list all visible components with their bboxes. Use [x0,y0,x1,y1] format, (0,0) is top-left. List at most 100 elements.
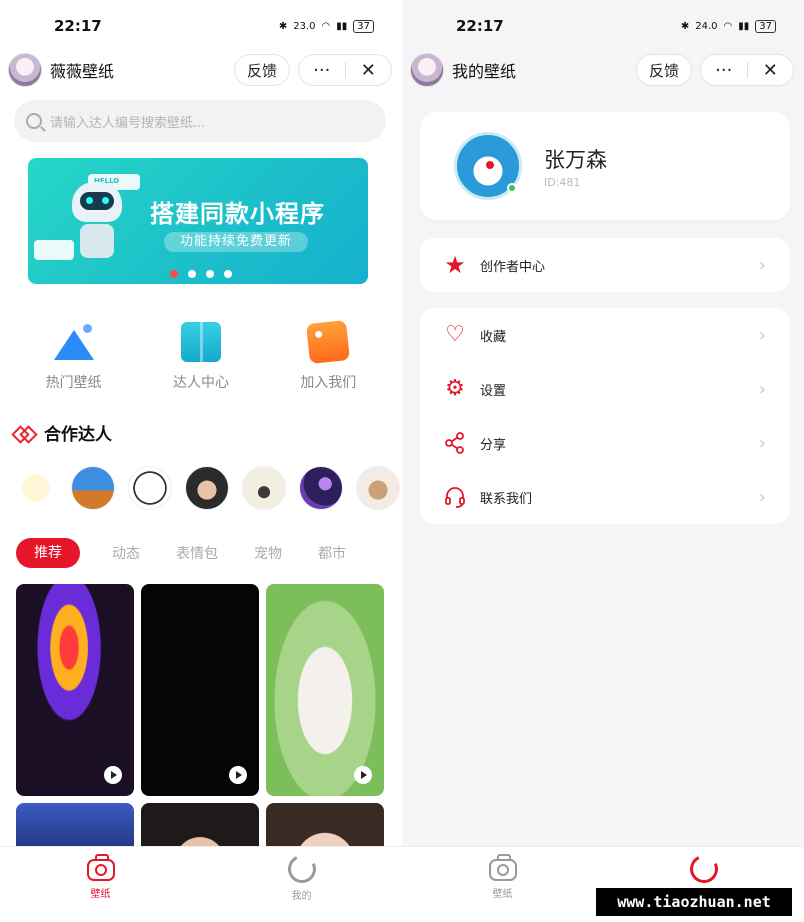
carousel-dot[interactable] [188,270,196,278]
promo-banner[interactable]: HELLO 搭建同款小程序 功能持续免费更新 [28,158,368,284]
user-name: 张万森 [544,147,607,172]
partners-heading: 合作达人 [14,420,112,445]
gear-icon: ⚙ [445,376,465,401]
more-button[interactable]: ··· [701,60,747,81]
tab-mine[interactable]: 我的 [201,847,402,922]
page-title: 薇薇壁纸 [50,62,115,81]
chevron-right-icon: › [758,378,766,400]
robot-body [80,224,114,258]
status-icons: ✱ 24.0 ◠ ▮▮ 37 [680,19,776,33]
partner-avatar[interactable] [299,466,343,510]
chevron-right-icon: › [758,324,766,346]
battery-icon: 37 [755,19,776,33]
menu-item-label: 分享 [480,437,507,453]
tab-label: 壁纸 [90,889,111,900]
tab-label: 壁纸 [492,889,513,900]
wallpaper-tile[interactable] [16,584,134,796]
site-watermark: www.tiaozhuan.net [596,888,792,916]
status-bar: 22:17 ✱ 24.0 ◠ ▮▮ 37 [402,0,804,52]
nav-actions: 反馈 ··· ✕ [234,54,392,86]
partner-avatar[interactable] [14,466,58,510]
profile-card[interactable]: 张万森 ID:481 [420,112,790,220]
quick-item-hot[interactable]: 热门壁纸 [24,322,124,392]
headset-icon [444,486,466,508]
app-avatar [8,53,42,87]
feedback-button[interactable]: 反馈 [636,54,692,86]
camera-icon [86,854,115,881]
play-icon [229,766,247,784]
wallpaper-grid [16,584,384,863]
menu-item-label: 联系我们 [480,491,533,507]
battery-icon: 37 [353,19,374,33]
search-input[interactable]: 请输入达人编号搜索壁纸... [14,100,386,142]
play-icon [104,766,122,784]
tab-wallpaper[interactable]: 壁纸 [0,847,201,922]
tab-dynamic[interactable]: 动态 [112,543,140,563]
menu-item-creator-center[interactable]: ★ 创作者中心 › [420,238,790,292]
screenshot: 22:17 ✱ 23.0 ◠ ▮▮ 37 薇薇壁纸 反馈 ··· ✕ 请输入达人… [0,0,804,922]
menu-capsule: ··· ✕ [700,54,794,86]
camera-icon [488,854,517,881]
user-avatar[interactable] [454,132,522,200]
profile-screen: 22:17 ✱ 24.0 ◠ ▮▮ 37 我的壁纸 反馈 ··· ✕ 张万森 I… [402,0,804,922]
settings-menu-card: ♡ 收藏 › ⚙ 设置 › 分享 › 联系我们 › [420,308,790,524]
tab-city[interactable]: 都市 [318,543,346,563]
robot-illustration [58,182,136,264]
tab-wallpaper[interactable]: 壁纸 [402,847,603,922]
menu-item-favorites[interactable]: ♡ 收藏 › [420,308,790,362]
status-time: 22:17 [54,17,102,35]
net-speed: 24.0 [695,20,718,32]
banner-subtitle: 功能持续免费更新 [164,232,309,252]
menu-item-contact[interactable]: 联系我们 › [420,470,790,524]
wallpaper-tile[interactable] [141,584,259,796]
mountain-icon [53,322,94,362]
tab-bar: 壁纸 我的 [0,846,402,922]
wallpaper-tile[interactable] [266,584,384,796]
partner-avatar[interactable] [128,466,172,510]
carousel-dot[interactable] [224,270,232,278]
online-status-dot [507,183,517,193]
partner-avatar[interactable] [356,466,400,510]
close-button[interactable]: ✕ [346,60,392,81]
partner-avatar[interactable] [185,466,229,510]
signal-icon: ▮▮ [738,20,750,32]
bluetooth-icon: ✱ [680,20,690,32]
more-button[interactable]: ··· [299,60,345,81]
status-time: 22:17 [456,17,504,35]
quick-item-creator[interactable]: 达人中心 [151,322,251,392]
banner-title: 搭建同款小程序 [150,200,325,228]
creator-menu-card: ★ 创作者中心 › [420,238,790,292]
partner-avatar[interactable] [242,466,286,510]
status-bar: 22:17 ✱ 23.0 ◠ ▮▮ 37 [0,0,402,52]
signal-icon: ▮▮ [336,20,348,32]
star-icon: ★ [444,251,466,279]
nav-actions: 反馈 ··· ✕ [636,54,794,86]
feedback-button[interactable]: 反馈 [234,54,290,86]
wifi-icon: ◠ [723,20,733,32]
tag-icon [306,320,351,364]
bluetooth-icon: ✱ [278,20,288,32]
heart-icon: ♡ [445,322,465,347]
play-icon [354,766,372,784]
category-tabs: 推荐 动态 表情包 宠物 都市 [16,538,346,568]
tab-recommended[interactable]: 推荐 [16,538,80,568]
menu-capsule: ··· ✕ [298,54,392,86]
chevron-right-icon: › [758,432,766,454]
quick-menu: 热门壁纸 达人中心 加入我们 [0,320,402,392]
carousel-dot[interactable] [206,270,214,278]
tab-stickers[interactable]: 表情包 [176,543,218,563]
tab-pets[interactable]: 宠物 [254,543,282,563]
search-icon [26,113,42,129]
menu-item-settings[interactable]: ⚙ 设置 › [420,362,790,416]
net-speed: 23.0 [293,20,316,32]
quick-item-join[interactable]: 加入我们 [278,320,378,392]
wifi-icon: ◠ [321,20,331,32]
carousel-dot[interactable] [170,270,178,278]
search-placeholder: 请输入达人编号搜索壁纸... [50,115,206,131]
close-button[interactable]: ✕ [748,60,794,81]
menu-item-share[interactable]: 分享 › [420,416,790,470]
partner-avatar[interactable] [71,466,115,510]
user-id: ID:481 [544,175,581,189]
robot-eye [86,197,93,204]
menu-item-label: 收藏 [480,329,507,345]
